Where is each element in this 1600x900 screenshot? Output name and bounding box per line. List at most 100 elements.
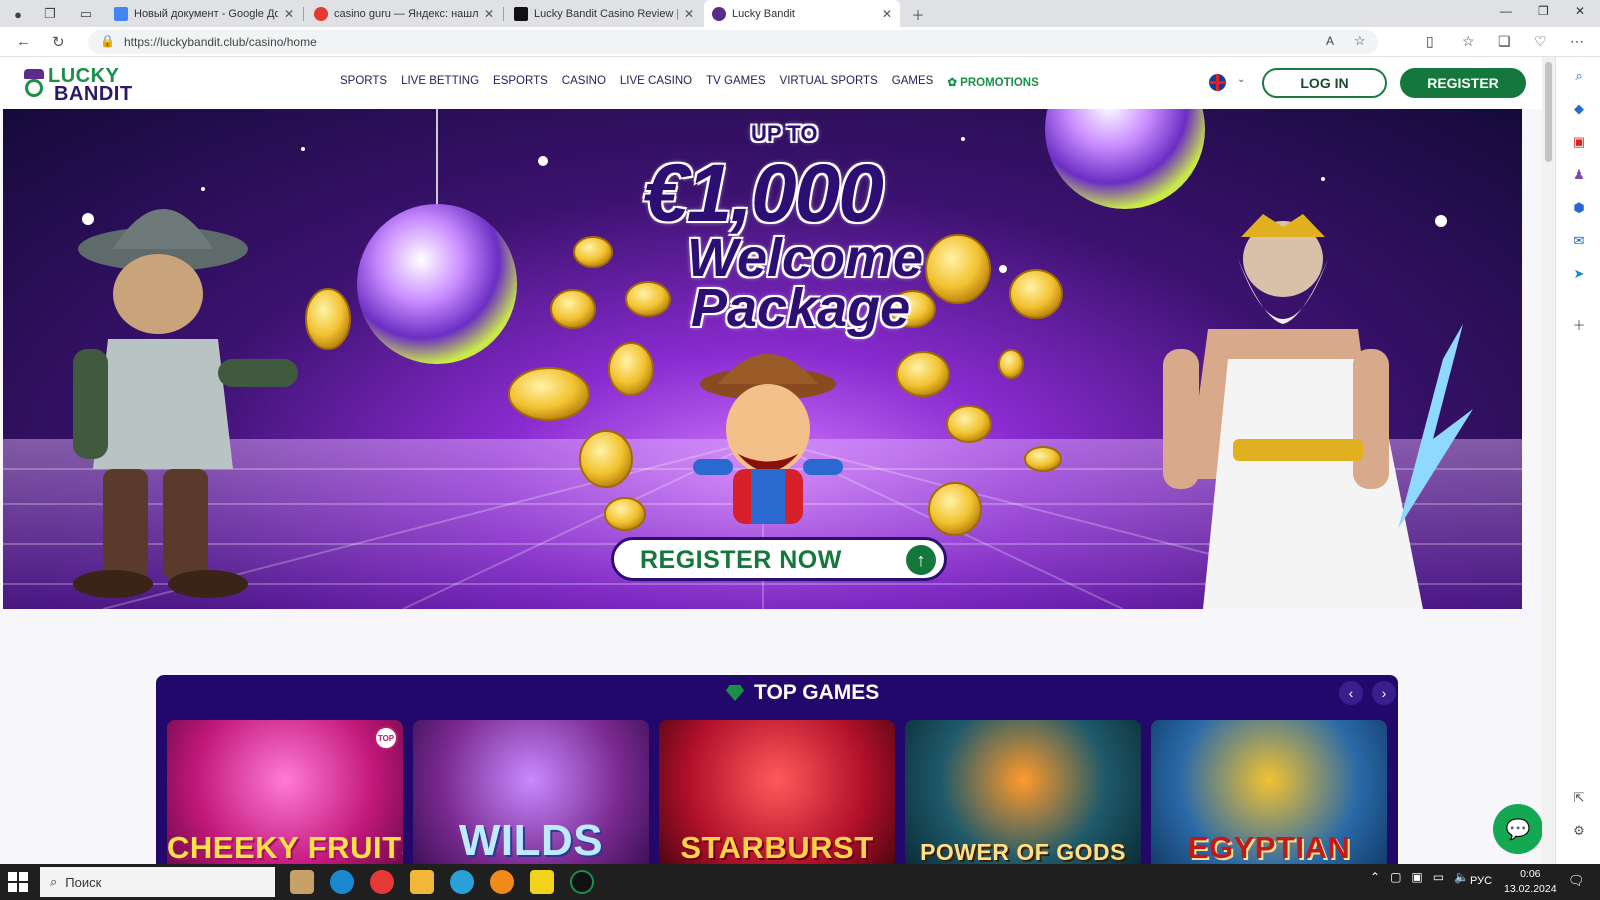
- shopping-tag-icon[interactable]: ◆: [1570, 100, 1588, 118]
- close-icon[interactable]: ✕: [684, 7, 694, 21]
- game-title: EGYPTIAN: [1187, 830, 1351, 865]
- workspaces-icon[interactable]: ❐: [40, 4, 60, 24]
- close-icon[interactable]: ✕: [484, 7, 494, 21]
- open-external-icon[interactable]: ⇱: [1570, 789, 1588, 807]
- tab-yandex[interactable]: casino guru — Яндекс: нашлось ✕: [306, 0, 502, 27]
- file-explorer-icon[interactable]: [410, 870, 434, 894]
- minimize-icon[interactable]: —: [1500, 4, 1512, 18]
- tab-review[interactable]: Lucky Bandit Casino Review | Hon ✕: [506, 0, 702, 27]
- photos-app-icon[interactable]: [290, 870, 314, 894]
- browser-tab-strip: ● ❐ ▭ Новый документ - Google Докум ✕ ca…: [0, 0, 1600, 27]
- game-card[interactable]: STARBURST: [659, 720, 895, 865]
- window-close-icon[interactable]: ✕: [1575, 4, 1585, 18]
- back-icon[interactable]: ←: [16, 33, 31, 50]
- close-icon[interactable]: ✕: [882, 7, 892, 21]
- close-icon[interactable]: ✕: [284, 7, 294, 21]
- collections-icon[interactable]: ❏: [1498, 33, 1511, 50]
- clock[interactable]: 0:06 13.02.2024: [1504, 867, 1557, 897]
- yandex-app-icon[interactable]: [370, 870, 394, 894]
- add-icon[interactable]: ＋: [1570, 315, 1588, 333]
- chevron-down-icon[interactable]: ⌄: [1237, 74, 1245, 85]
- chat-bubble-icon: 💬: [1505, 818, 1531, 841]
- games-icon[interactable]: ♟: [1570, 166, 1588, 184]
- carousel-next-button[interactable]: ›: [1372, 681, 1396, 705]
- app-icon[interactable]: [570, 870, 594, 894]
- live-chat-button[interactable]: 💬: [1493, 804, 1543, 854]
- yandex-favicon-icon: [314, 6, 328, 21]
- carousel-prev-button[interactable]: ‹: [1339, 681, 1363, 705]
- microsoft-365-icon[interactable]: ⬢: [1570, 199, 1588, 217]
- refresh-icon[interactable]: ↻: [52, 33, 65, 51]
- arrow-up-icon: ↑: [906, 545, 936, 575]
- hero-banner[interactable]: UP TO €1,000 Welcome Package REGISTER NO…: [3, 109, 1522, 609]
- nav-casino[interactable]: CASINO: [562, 75, 606, 89]
- input-language[interactable]: РУС: [1470, 875, 1492, 887]
- sticky-notes-icon[interactable]: [530, 870, 554, 894]
- game-card[interactable]: CHEEKY FRUITS TOP: [167, 720, 403, 865]
- taskbar-search[interactable]: ⌕ Поиск: [40, 867, 275, 897]
- volume-icon[interactable]: 🔈: [1454, 870, 1469, 884]
- outlook-icon[interactable]: ✉: [1570, 232, 1588, 250]
- site-header: LUCKY BANDIT SPORTS LIVE BETTING ESPORTS…: [0, 57, 1542, 109]
- profile-icon[interactable]: ●: [8, 4, 28, 24]
- nav-live-betting[interactable]: LIVE BETTING: [401, 75, 479, 89]
- new-tab-icon[interactable]: ＋: [908, 4, 928, 24]
- url-field[interactable]: 🔒 https://luckybandit.club/casino/home A…: [88, 30, 1378, 54]
- hero-package-text: Package: [691, 278, 911, 338]
- chevron-left-icon: ‹: [1348, 685, 1354, 701]
- diamond-icon: [726, 685, 744, 701]
- nav-promotions-label: PROMOTIONS: [960, 77, 1039, 89]
- chevron-up-icon[interactable]: ⌃: [1370, 870, 1380, 884]
- game-title: CHEEKY FRUITS: [167, 830, 403, 865]
- nav-promotions[interactable]: ✿ PROMOTIONS: [947, 75, 1038, 89]
- clock-time: 0:06: [1520, 868, 1541, 880]
- nav-virtual-sports[interactable]: VIRTUAL SPORTS: [780, 75, 878, 89]
- register-button[interactable]: REGISTER: [1400, 68, 1526, 98]
- toolbox-icon[interactable]: ▣: [1570, 133, 1588, 151]
- telegram-app-icon[interactable]: [450, 870, 474, 894]
- browser-essentials-icon[interactable]: ♡: [1534, 33, 1547, 50]
- uk-flag-icon[interactable]: [1209, 74, 1226, 91]
- login-button[interactable]: LOG IN: [1262, 68, 1387, 98]
- docs-favicon-icon: [114, 6, 128, 21]
- nav-sports[interactable]: SPORTS: [340, 75, 387, 89]
- gift-icon: ✿: [947, 77, 961, 89]
- send-icon[interactable]: ➤: [1570, 265, 1588, 283]
- nav-games[interactable]: GAMES: [892, 75, 934, 89]
- notification-icon[interactable]: 🗨: [1568, 873, 1585, 889]
- edge-app-icon[interactable]: [330, 870, 354, 894]
- game-card[interactable]: EGYPTIAN: [1151, 720, 1387, 865]
- settings-gear-icon[interactable]: ⚙: [1570, 822, 1588, 840]
- top-games-title: TOP GAMES: [754, 681, 880, 704]
- nav-esports[interactable]: ESPORTS: [493, 75, 548, 89]
- tab-title: Lucky Bandit Casino Review | Hon: [534, 7, 678, 20]
- browser-app-icon[interactable]: [490, 870, 514, 894]
- windows-start-icon[interactable]: [8, 872, 28, 892]
- tab-title: casino guru — Яндекс: нашлось: [334, 7, 478, 20]
- tab-actions-icon[interactable]: ▭: [76, 4, 96, 24]
- register-now-button[interactable]: REGISTER NOW ↑: [611, 537, 947, 581]
- more-menu-icon[interactable]: ⋯: [1570, 33, 1584, 50]
- game-card[interactable]: POWER OF GODS: [905, 720, 1141, 865]
- scrollbar-thumb[interactable]: [1545, 62, 1552, 162]
- game-card[interactable]: WILDS: [413, 720, 649, 865]
- bandit-favicon-icon: [712, 6, 726, 21]
- lucky-bandit-logo[interactable]: LUCKY BANDIT: [22, 63, 140, 105]
- windows-taskbar: ⌕ Поиск ⌃ ▢ ▣ ▭ 🔈 РУС 0:06 13.02.2024 🗨: [0, 864, 1600, 900]
- url-text[interactable]: https://luckybandit.club/casino/home: [124, 35, 317, 49]
- logo-text-bottom: BANDIT: [54, 83, 133, 105]
- favorites-icon[interactable]: ☆: [1462, 33, 1475, 50]
- split-screen-icon[interactable]: ▯: [1426, 33, 1434, 50]
- tray-app-icon[interactable]: ▢: [1390, 870, 1401, 884]
- tab-lucky-bandit[interactable]: Lucky Bandit ✕: [704, 0, 900, 27]
- nav-live-casino[interactable]: LIVE CASINO: [620, 75, 692, 89]
- tab-google-docs[interactable]: Новый документ - Google Докум ✕: [106, 0, 302, 27]
- read-aloud-icon[interactable]: A: [1326, 34, 1334, 48]
- search-icon[interactable]: ⌕: [1570, 67, 1588, 85]
- page-scrollbar[interactable]: [1542, 57, 1555, 864]
- tray-app-icon[interactable]: ▣: [1411, 870, 1422, 884]
- favorite-star-icon[interactable]: ☆: [1354, 33, 1366, 49]
- nav-tv-games[interactable]: TV GAMES: [706, 75, 765, 89]
- network-icon[interactable]: ▭: [1433, 870, 1444, 884]
- restore-icon[interactable]: ❐: [1538, 4, 1549, 18]
